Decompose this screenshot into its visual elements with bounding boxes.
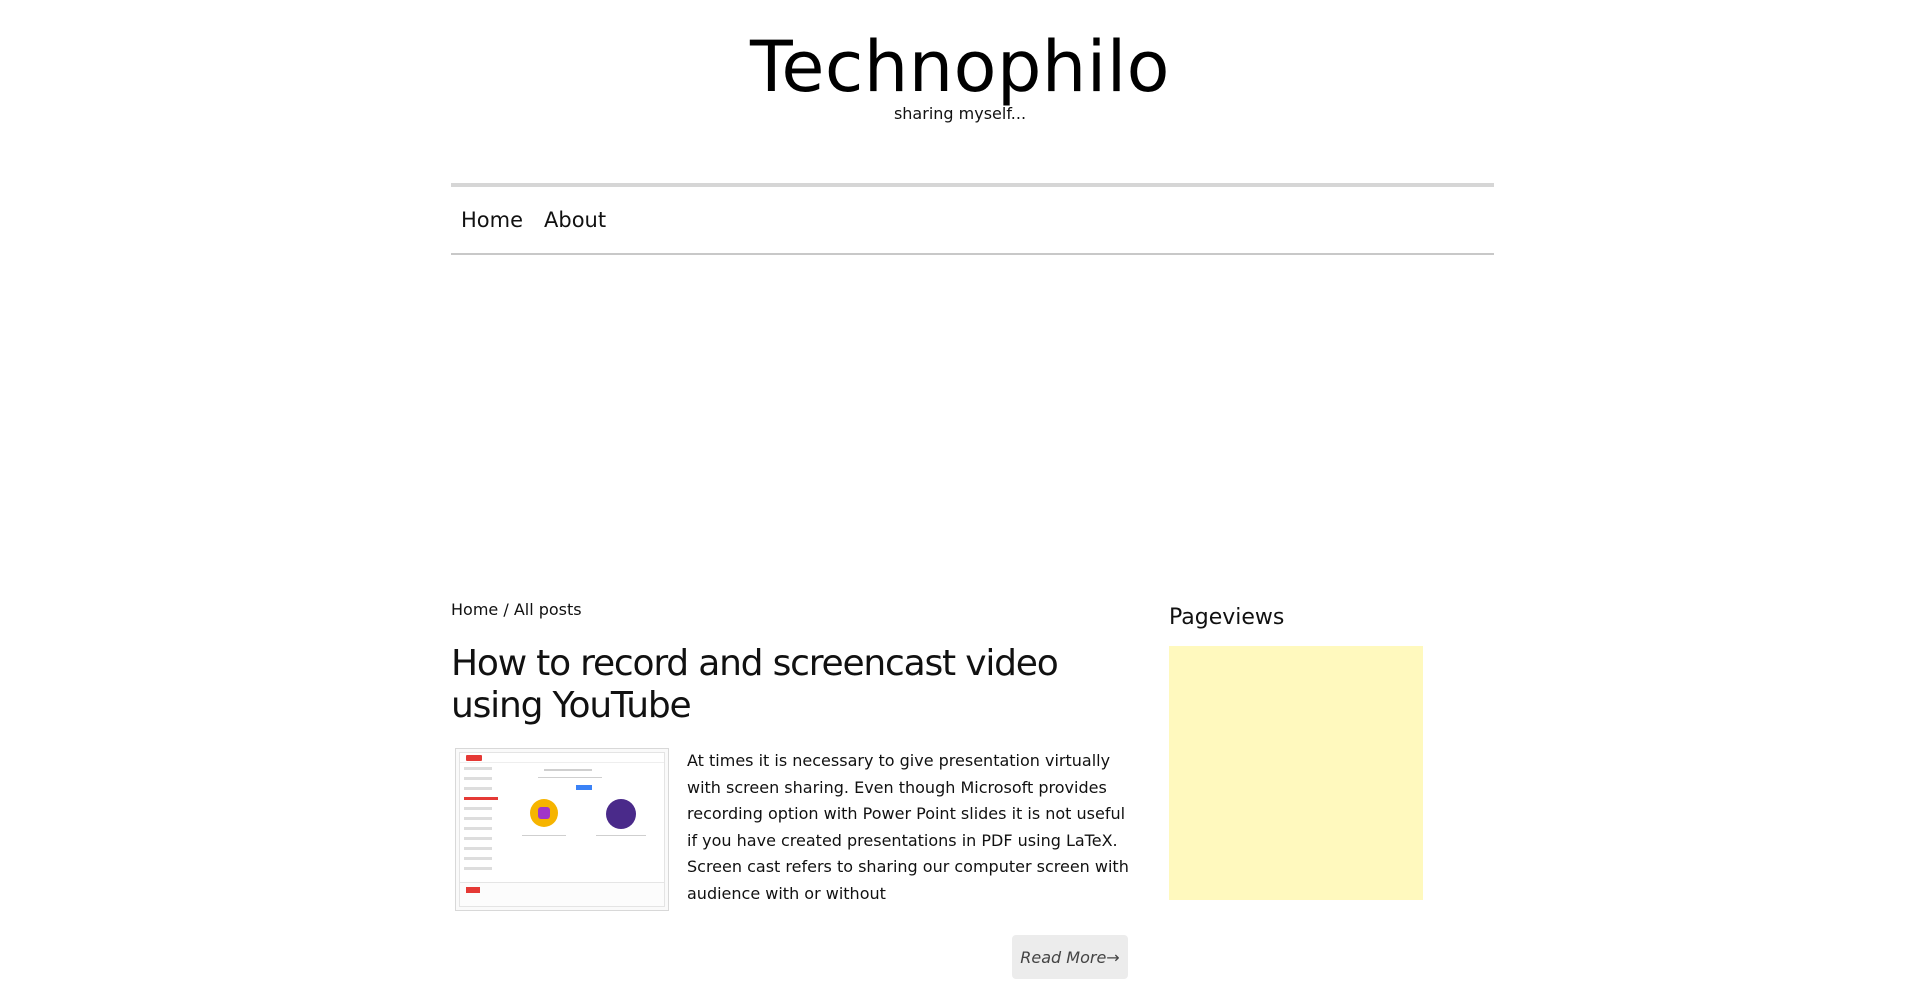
youtube-screenshot-image — [459, 752, 665, 907]
breadcrumb-separator: / — [498, 600, 514, 619]
nav-item-home[interactable]: Home — [461, 206, 523, 234]
youtube-logo-icon — [466, 887, 480, 893]
post-title[interactable]: How to record and screencast video using… — [451, 643, 1131, 727]
pageviews-widget-box — [1169, 646, 1423, 900]
post-excerpt: At times it is necessary to give present… — [687, 751, 1129, 903]
main-nav: Home About — [451, 183, 1494, 255]
breadcrumb-home-link[interactable]: Home — [451, 600, 498, 619]
nav-item-about[interactable]: About — [544, 206, 606, 234]
youtube-logo-icon — [466, 755, 482, 761]
pageviews-widget-title: Pageviews — [1169, 605, 1285, 630]
thumb-heading-line — [544, 769, 592, 771]
thumb-bottom-bar — [460, 882, 664, 906]
breadcrumb: Home / All posts — [451, 600, 582, 620]
thumb-text-line — [538, 777, 602, 778]
site-title[interactable]: Technophilo — [0, 22, 1920, 112]
site-tagline: sharing myself... — [893, 104, 1027, 123]
read-more-button[interactable]: Read More→ — [1012, 935, 1128, 979]
thumb-circle-purple-icon — [606, 799, 636, 829]
thumb-topbar — [460, 753, 664, 763]
post-thumbnail[interactable] — [455, 748, 669, 911]
thumb-caption-line — [596, 835, 646, 836]
thumb-button — [576, 785, 592, 790]
thumb-caption-line — [522, 835, 566, 836]
breadcrumb-current: All posts — [513, 600, 582, 619]
thumb-sidebar — [464, 767, 500, 887]
thumb-circle-gold-icon — [530, 799, 558, 827]
